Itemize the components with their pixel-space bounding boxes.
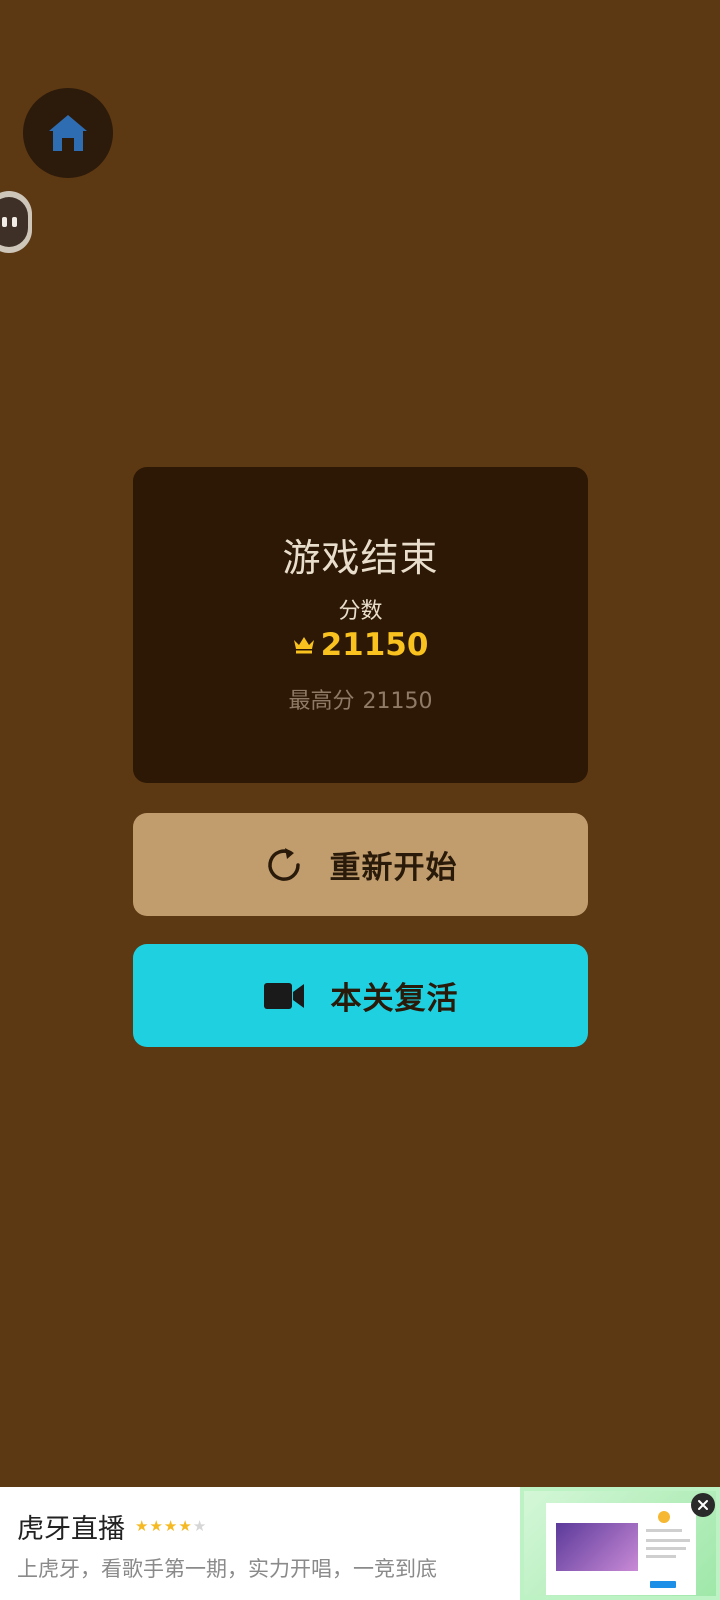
score-label: 分数 [338, 599, 383, 624]
ad-title-row: 虎牙直播 ★ ★ ★ ★ ★ [17, 1507, 206, 1546]
score-row: 21150 [133, 627, 588, 663]
close-icon [698, 1500, 708, 1510]
best-score-label: 最高分 [288, 689, 355, 714]
ad-download-button[interactable] [650, 1581, 676, 1588]
best-score: 最高分 21150 [133, 683, 588, 715]
ad-description: 上虎牙，看歌手第一期，实力开唱，一竞到底 [17, 1557, 437, 1581]
crown-icon [293, 637, 314, 654]
star-icon: ★ [178, 1517, 192, 1535]
ad-app-logo [658, 1511, 670, 1523]
home-button[interactable] [23, 88, 113, 178]
star-icon: ★ [192, 1517, 207, 1535]
revive-button[interactable]: 本关复活 [133, 944, 588, 1047]
floating-assistant-button[interactable] [0, 191, 32, 253]
ad-preview-video [556, 1523, 638, 1571]
score-value: 21150 [320, 627, 429, 663]
ad-banner[interactable]: 虎牙直播 ★ ★ ★ ★ ★ 上虎牙，看歌手第一期，实力开唱，一竞到底 [0, 1487, 720, 1600]
ad-title: 虎牙直播 [17, 1514, 125, 1545]
game-over-title: 游戏结束 [282, 536, 439, 580]
ad-rating: ★ ★ ★ ★ ★ [135, 1519, 206, 1534]
home-icon [49, 115, 87, 151]
revive-label: 本关复活 [330, 981, 459, 1017]
star-icon: ★ [163, 1517, 178, 1535]
best-score-value: 21150 [362, 689, 433, 714]
star-icon: ★ [149, 1517, 163, 1535]
restart-button[interactable]: 重新开始 [133, 813, 588, 916]
game-over-panel: 游戏结束 分数 21150 最高分 21150 [133, 467, 588, 783]
refresh-icon [267, 847, 300, 881]
ad-close-button[interactable] [691, 1493, 715, 1517]
ad-preview-card [546, 1503, 696, 1595]
star-icon: ★ [135, 1517, 149, 1535]
restart-label: 重新开始 [329, 850, 458, 886]
video-camera-icon [263, 982, 304, 1009]
floating-assistant-icon [0, 197, 28, 247]
ad-thumbnail[interactable] [520, 1487, 720, 1600]
